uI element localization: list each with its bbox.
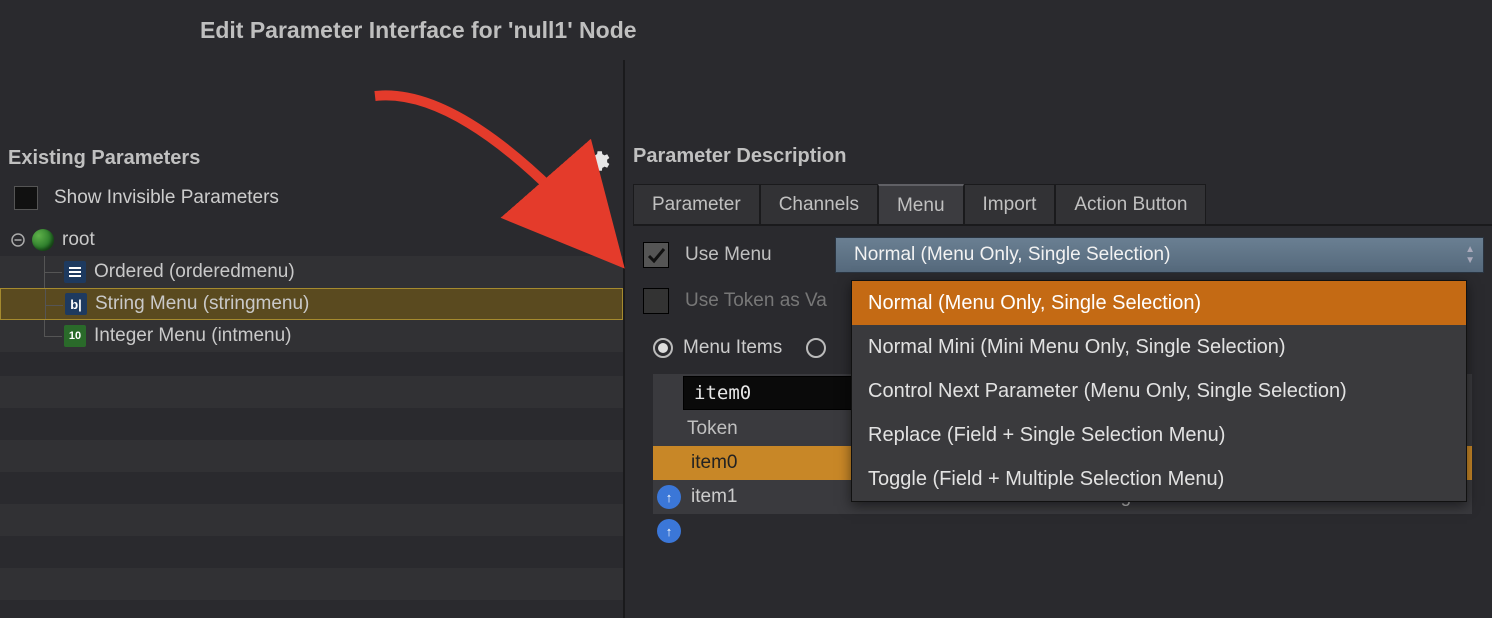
arrow-up-icon[interactable]: ↑ (657, 485, 681, 509)
dropdown-selected-text: Normal (Menu Only, Single Selection) (854, 244, 1170, 266)
dropdown-option[interactable]: Replace (Field + Single Selection Menu) (852, 413, 1466, 457)
tab-bar: Parameter Channels Menu Import Action Bu… (633, 184, 1492, 226)
menu-type-dropdown-popup: Normal (Menu Only, Single Selection) Nor… (851, 280, 1467, 502)
arrow-up-icon[interactable]: ↑ (657, 519, 681, 543)
tab-channels[interactable]: Channels (760, 184, 878, 224)
tab-action-button[interactable]: Action Button (1055, 184, 1206, 224)
menu-type-dropdown[interactable]: Normal (Menu Only, Single Selection) ▲▼ (835, 237, 1484, 273)
globe-icon (32, 229, 54, 251)
tree-root-label: root (62, 229, 95, 251)
string-icon: b| (65, 293, 87, 315)
tree-item-label: String Menu (stringmenu) (95, 293, 309, 315)
parameter-description-header: Parameter Description (633, 145, 846, 168)
menu-script-radio[interactable] (806, 338, 826, 358)
window-title: Edit Parameter Interface for 'null1' Nod… (0, 0, 1492, 60)
existing-parameters-header: Existing Parameters (0, 141, 200, 175)
list-icon (64, 261, 86, 283)
use-token-label: Use Token as Va (685, 290, 827, 312)
menu-items-radio-label: Menu Items (683, 337, 782, 359)
tree-item-label: Ordered (orderedmenu) (94, 261, 295, 283)
use-menu-label: Use Menu (685, 244, 815, 266)
show-invisible-label: Show Invisible Parameters (54, 187, 279, 209)
parameter-tree: root Ordered (orderedmenu) b| String Men… (0, 224, 623, 352)
table-row-empty[interactable]: ↑ (653, 514, 1472, 548)
tab-parameter[interactable]: Parameter (633, 184, 760, 224)
menu-items-radio[interactable] (653, 338, 673, 358)
dropdown-option[interactable]: Normal (Menu Only, Single Selection) (852, 281, 1466, 325)
parameter-description-panel: Parameter Description Parameter Channels… (623, 60, 1492, 618)
dropdown-option[interactable]: Normal Mini (Mini Menu Only, Single Sele… (852, 325, 1466, 369)
tree-root[interactable]: root (0, 224, 623, 256)
show-invisible-checkbox[interactable] (14, 186, 38, 210)
tree-item-intmenu[interactable]: 10 Integer Menu (intmenu) (0, 320, 623, 352)
gear-icon[interactable] (581, 145, 613, 177)
existing-parameters-panel: Existing Parameters Show Invisible Param… (0, 60, 623, 618)
dropdown-option[interactable]: Control Next Parameter (Menu Only, Singl… (852, 369, 1466, 413)
use-token-checkbox[interactable] (643, 288, 669, 314)
tab-import[interactable]: Import (964, 184, 1056, 224)
tree-item-ordered[interactable]: Ordered (orderedmenu) (0, 256, 623, 288)
dropdown-option[interactable]: Toggle (Field + Multiple Selection Menu) (852, 457, 1466, 501)
use-menu-checkbox[interactable] (643, 242, 669, 268)
integer-icon: 10 (64, 325, 86, 347)
tab-menu[interactable]: Menu (878, 184, 964, 224)
tree-item-stringmenu[interactable]: b| String Menu (stringmenu) (0, 288, 623, 320)
window-title-text: Edit Parameter Interface for 'null1' Nod… (200, 17, 637, 44)
chevron-up-down-icon: ▲▼ (1465, 244, 1475, 266)
tree-item-label: Integer Menu (intmenu) (94, 325, 292, 347)
collapse-icon[interactable] (10, 232, 26, 248)
